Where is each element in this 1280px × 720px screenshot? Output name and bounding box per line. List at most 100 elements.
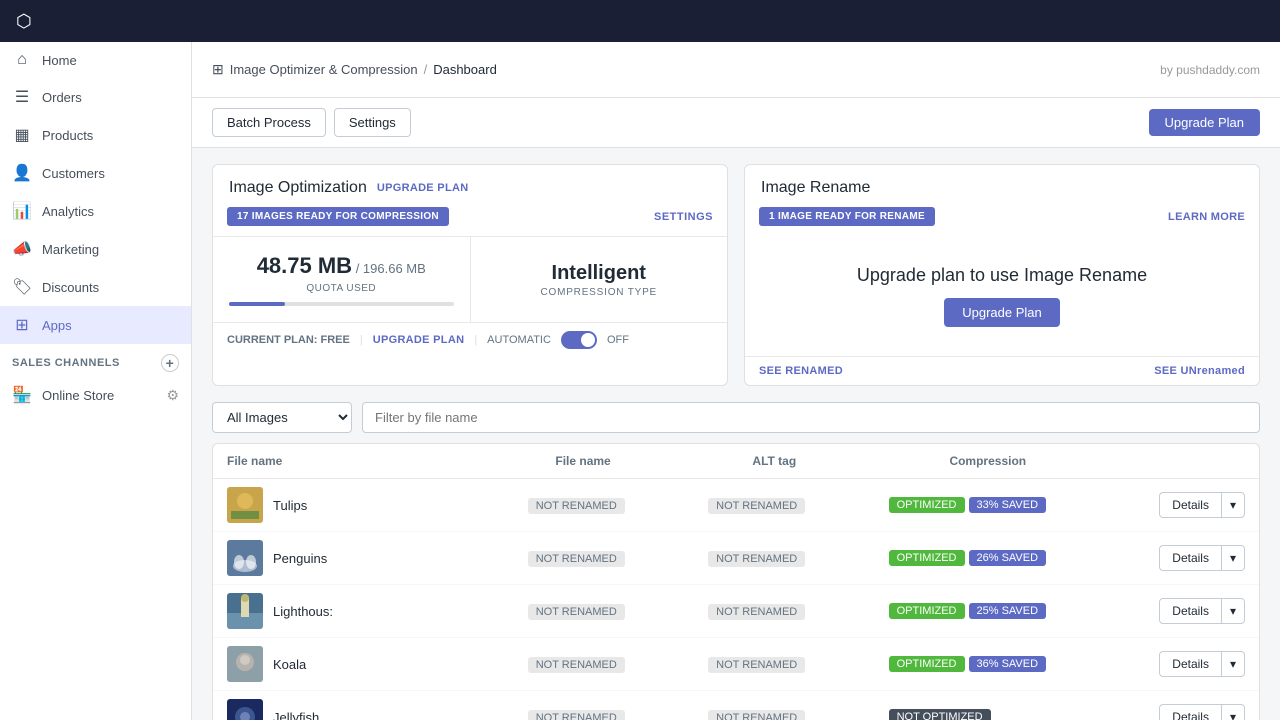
sidebar-label-apps: Apps [42,318,72,333]
footer-upgrade-link[interactable]: UPGRADE PLAN [373,334,465,346]
compression-badge: 17 IMAGES READY FOR COMPRESSION [227,207,449,226]
table-section: All Images Optimized Not Optimized File … [192,402,1280,720]
image-opt-top-bar: 17 IMAGES READY FOR COMPRESSION SETTINGS [213,197,727,236]
breadcrumb-app: Image Optimizer & Compression [230,62,418,77]
toolbar-left: Batch Process Settings [212,108,411,137]
table-row: Penguins NOT RENAMED NOT RENAMED OPTIMIZ… [213,532,1259,585]
details-button[interactable]: Details [1159,492,1221,518]
alt-tag: NOT RENAMED [708,551,805,567]
sidebar-item-marketing[interactable]: 📣 Marketing [0,230,191,268]
products-icon: ▦ [12,125,32,145]
online-store-icon: 🏪 [12,385,32,405]
settings-button[interactable]: Settings [334,108,411,137]
breadcrumb: ⊞ Image Optimizer & Compression / Dashbo… [212,61,497,78]
add-sales-channel-button[interactable]: + [161,354,179,372]
action-cell: Details ▾ [1159,492,1245,518]
filename-tag: NOT RENAMED [528,657,625,673]
main-layout: ⌂ Home ☰ Orders ▦ Products 👤 Customers 📊… [0,42,1280,720]
details-button[interactable]: Details [1159,651,1221,677]
rename-badge: 1 IMAGE READY FOR RENAME [759,207,935,226]
file-name: Koala [273,657,306,672]
image-opt-title: Image Optimization [229,179,367,197]
toggle-off-label: OFF [607,334,629,346]
top-bar: ⬡ [0,0,1280,42]
sidebar-label-products: Products [42,128,93,143]
action-cell: Details ▾ [1159,545,1245,571]
sidebar-item-products[interactable]: ▦ Products [0,116,191,154]
sidebar-label-customers: Customers [42,166,105,181]
sidebar-item-discounts[interactable]: 🏷 Discounts [0,268,191,306]
filename-tag-cell: NOT RENAMED [528,709,708,720]
table-row: Lighthous: NOT RENAMED NOT RENAMED OPTIM… [213,585,1259,638]
upgrade-plan-button[interactable]: Upgrade Plan [1149,109,1261,136]
file-name: Lighthous: [273,604,333,619]
dropdown-button[interactable]: ▾ [1221,492,1245,518]
toolbar: Batch Process Settings Upgrade Plan [192,98,1280,148]
file-thumb [227,593,263,629]
sidebar-item-online-store[interactable]: 🏪 Online Store ⚙ [0,376,191,414]
sidebar-label-marketing: Marketing [42,242,99,257]
alt-tag: NOT RENAMED [708,710,805,720]
file-cell: Tulips [227,487,528,523]
breadcrumb-current: Dashboard [433,62,497,77]
quota-label: QUOTA USED [306,283,376,294]
filename-tag-cell: NOT RENAMED [528,497,708,514]
status-tag: OPTIMIZED [889,656,965,672]
compression-cell: OPTIMIZED 26% SAVED [889,550,1160,566]
discounts-icon: 🏷 [12,277,32,297]
learn-more-link[interactable]: LEARN MORE [1168,211,1245,223]
image-opt-settings-link[interactable]: SETTINGS [654,211,713,223]
details-button[interactable]: Details [1159,545,1221,571]
saved-tag: 26% SAVED [969,550,1047,566]
orders-icon: ☰ [12,87,32,107]
analytics-icon: 📊 [12,201,32,221]
action-cell: Details ▾ [1159,598,1245,624]
online-store-settings-icon: ⚙ [166,387,179,404]
filename-tag-cell: NOT RENAMED [528,550,708,567]
see-unrenammed-link[interactable]: SEE UNrenamed [1154,365,1245,377]
filename-tag: NOT RENAMED [528,551,625,567]
sidebar-item-customers[interactable]: 👤 Customers [0,154,191,192]
filename-tag: NOT RENAMED [528,604,625,620]
status-tag: OPTIMIZED [889,603,965,619]
details-button[interactable]: Details [1159,704,1221,720]
saved-tag: 33% SAVED [969,497,1047,513]
status-tag: NOT OPTIMIZED [889,709,991,720]
dropdown-button[interactable]: ▾ [1221,545,1245,571]
details-button[interactable]: Details [1159,598,1221,624]
file-cell: Lighthous: [227,593,528,629]
saved-tag: 36% SAVED [969,656,1047,672]
status-tag: OPTIMIZED [889,550,965,566]
image-filter-select[interactable]: All Images Optimized Not Optimized [212,402,352,433]
file-thumb [227,540,263,576]
image-rename-title: Image Rename [761,179,870,197]
sidebar-item-home[interactable]: ⌂ Home [0,42,191,78]
content-header: ⊞ Image Optimizer & Compression / Dashbo… [192,42,1280,98]
file-cell: Jellyfish [227,699,528,720]
current-plan-label: CURRENT PLAN: FREE [227,334,350,346]
compression-cell: OPTIMIZED 33% SAVED [889,497,1160,513]
file-name: Penguins [273,551,327,566]
image-opt-upgrade-link[interactable]: UPGRADE PLAN [377,182,469,194]
col-alttag: ALT tag [752,454,949,468]
compression-cell: OPTIMIZED 36% SAVED [889,656,1160,672]
file-name-filter-input[interactable] [362,402,1260,433]
see-renamed-link[interactable]: SEE RENAMED [759,365,843,377]
sidebar-item-apps[interactable]: ⊞ Apps [0,306,191,344]
batch-process-button[interactable]: Batch Process [212,108,326,137]
dropdown-button[interactable]: ▾ [1221,598,1245,624]
sidebar-label-home: Home [42,53,77,68]
dropdown-button[interactable]: ▾ [1221,651,1245,677]
compression-sub: COMPRESSION TYPE [540,287,657,298]
rename-upgrade-button[interactable]: Upgrade Plan [944,298,1060,327]
sidebar-label-discounts: Discounts [42,280,99,295]
sidebar-item-orders[interactable]: ☰ Orders [0,78,191,116]
alt-tag: NOT RENAMED [708,604,805,620]
compression-cell: OPTIMIZED 25% SAVED [889,603,1160,619]
toggle-knob [581,333,595,347]
content-area: ⊞ Image Optimizer & Compression / Dashbo… [192,42,1280,720]
automatic-toggle[interactable] [561,331,597,349]
dropdown-button[interactable]: ▾ [1221,704,1245,720]
sidebar-item-analytics[interactable]: 📊 Analytics [0,192,191,230]
file-cell: Koala [227,646,528,682]
